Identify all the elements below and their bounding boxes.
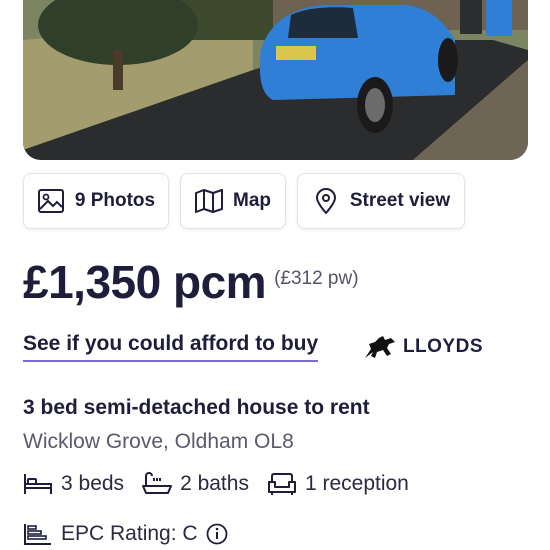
feature-beds: 3 beds [23, 472, 124, 496]
price-row: £1,350 pcm (£312 pw) [23, 255, 359, 309]
listing-address: Wicklow Grove, Oldham OL8 [23, 430, 294, 453]
property-photo[interactable] [23, 0, 528, 160]
location-pin-icon [312, 187, 340, 215]
photos-button-label: 9 Photos [74, 190, 156, 211]
map-button-label: Map [233, 190, 271, 211]
epc-rating: EPC Rating: C [23, 522, 228, 546]
features-row: 3 beds 2 baths 1 reception [23, 472, 409, 496]
lloyds-logo[interactable]: LLOYDS [363, 334, 483, 360]
lloyds-label: LLOYDS [402, 336, 483, 357]
beds-label: 3 beds [61, 472, 125, 495]
bath-icon [142, 472, 173, 494]
epc-label: EPC Rating: C [61, 522, 198, 545]
epc-bars-icon [24, 524, 51, 545]
photos-button[interactable]: 9 Photos [23, 173, 169, 229]
reception-label: 1 reception [304, 472, 409, 495]
horse-icon [364, 336, 395, 358]
map-icon [195, 187, 223, 215]
street-view-button-label: Street view [349, 190, 451, 211]
feature-baths: 2 baths [142, 472, 249, 496]
info-icon[interactable] [206, 523, 228, 545]
baths-label: 2 baths [180, 472, 249, 495]
listing-title: 3 bed semi-detached house to rent [23, 396, 370, 419]
property-photo-image [23, 0, 528, 160]
sofa-icon [267, 473, 296, 495]
price-weekly: (£312 pw) [274, 268, 359, 289]
afford-row: See if you could afford to buy LLOYDS [23, 332, 483, 362]
afford-link[interactable]: See if you could afford to buy [23, 332, 319, 362]
bed-icon [24, 474, 52, 494]
map-button[interactable]: Map [180, 173, 286, 229]
image-icon [37, 187, 65, 215]
street-view-button[interactable]: Street view [297, 173, 465, 229]
price: £1,350 pcm [23, 256, 267, 308]
feature-reception: 1 reception [267, 472, 409, 496]
